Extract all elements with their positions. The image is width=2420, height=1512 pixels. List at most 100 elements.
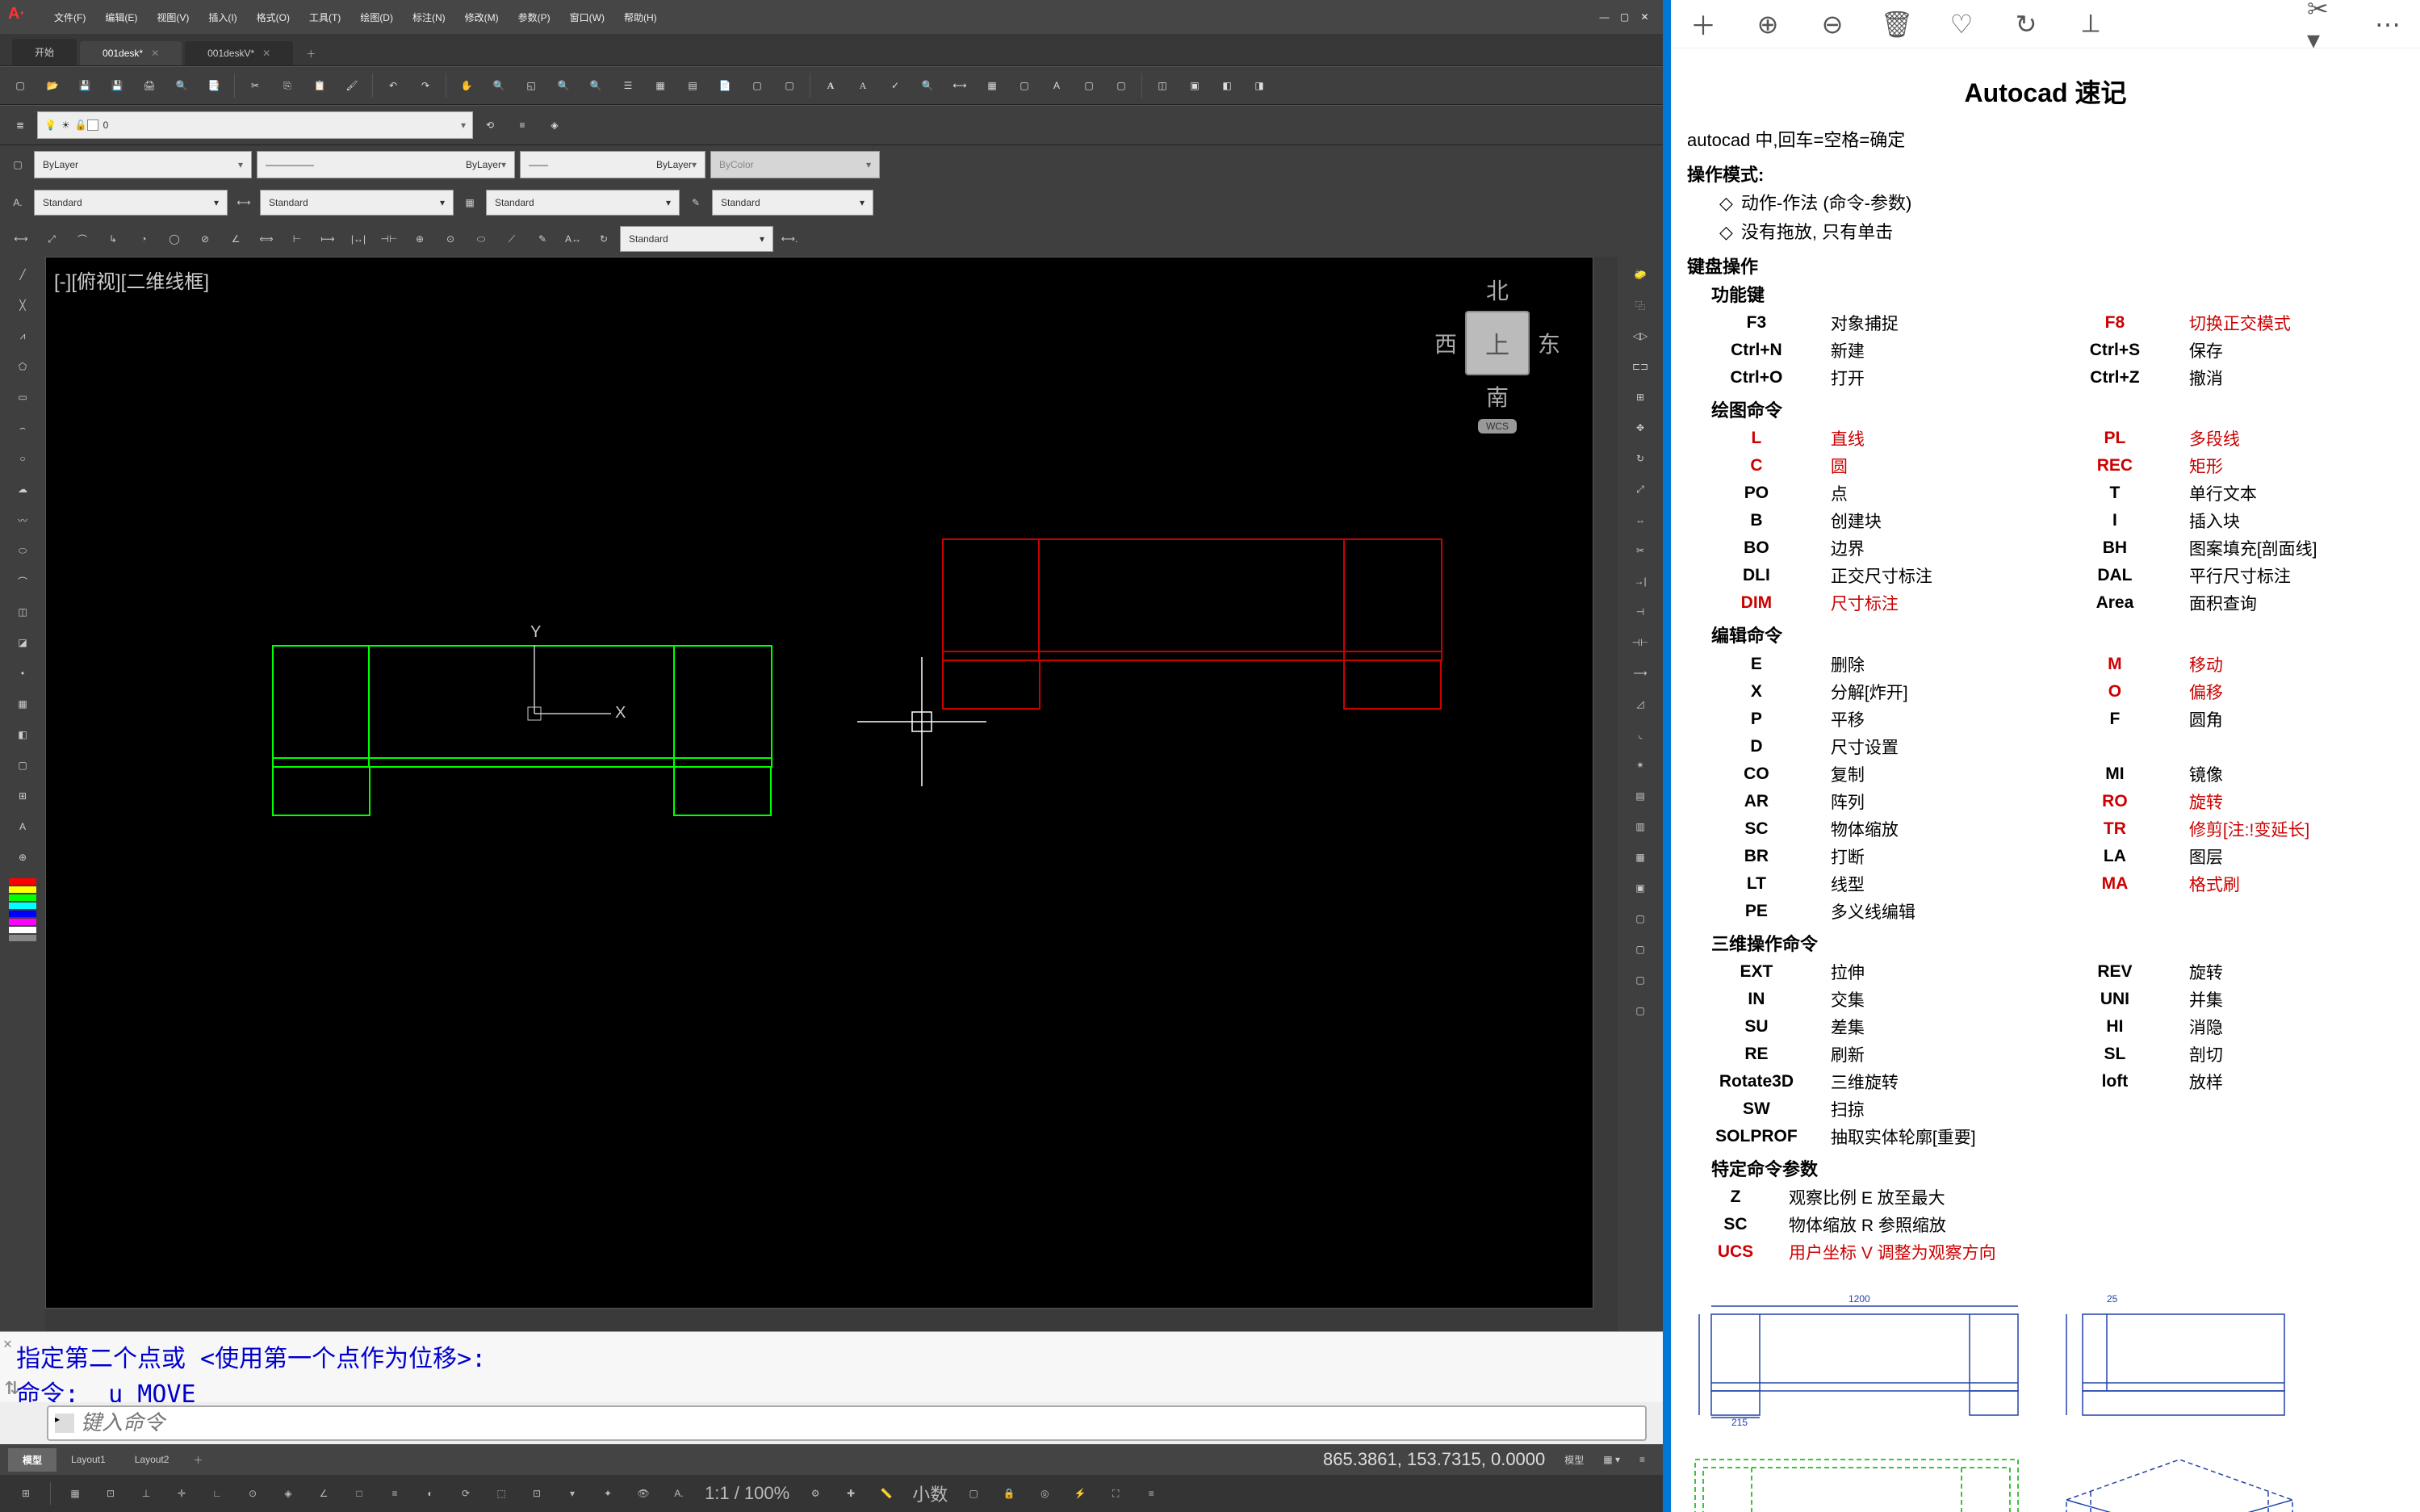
dimtedit-icon[interactable]: A↔: [559, 224, 588, 253]
command-history[interactable]: ✕ ⇅ 指定第二个点或 <使用第一个点作为位移>: 命令: _u MOVE: [0, 1332, 1663, 1402]
osnap-icon[interactable]: □: [343, 1477, 375, 1510]
viewcube[interactable]: 北 西 上 东 南 WCS: [1434, 274, 1560, 433]
line-icon[interactable]: ╱: [8, 260, 37, 289]
mlstyle-dropdown[interactable]: Standard▾: [712, 190, 873, 216]
break-point-icon[interactable]: ⊣: [1626, 597, 1655, 626]
linetype-dropdown[interactable]: —————ByLayer▾: [257, 151, 515, 178]
tool-palette-icon[interactable]: ▥: [1626, 812, 1655, 841]
addselect-icon[interactable]: ⊕: [8, 843, 37, 872]
layout-add-button[interactable]: ＋: [183, 1448, 212, 1472]
divider[interactable]: [1663, 0, 1671, 1512]
viewcube-north[interactable]: 北: [1434, 274, 1560, 306]
dimstyle-icon[interactable]: ⟷: [944, 70, 975, 101]
quick-props-icon[interactable]: ▢: [957, 1477, 990, 1510]
zoom-window-icon[interactable]: ◱: [516, 70, 546, 101]
new-tab-button[interactable]: ＋: [296, 42, 325, 65]
anno-scale[interactable]: 1:1 / 100%: [698, 1483, 796, 1504]
update-icon[interactable]: ↻: [589, 224, 618, 253]
region-icon[interactable]: ▢: [8, 751, 37, 780]
dim-space-icon[interactable]: |↔|: [344, 224, 373, 253]
tablestyle-icon[interactable]: ▦: [458, 191, 481, 214]
layout-tab-model[interactable]: 模型: [8, 1448, 57, 1472]
circle-icon[interactable]: ○: [8, 444, 37, 473]
prop-palette-icon[interactable]: ▤: [1626, 781, 1655, 810]
iso-draft-icon[interactable]: ◈: [272, 1477, 304, 1510]
dim-aligned-icon[interactable]: ⤢: [37, 224, 66, 253]
dim-ordinate-icon[interactable]: ↳: [98, 224, 128, 253]
minimize-button[interactable]: —: [1594, 11, 1614, 23]
publish-icon[interactable]: 📑: [199, 70, 229, 101]
tab-doc2[interactable]: 001deskV*✕: [185, 41, 293, 65]
array-icon[interactable]: ⊞: [1626, 383, 1655, 412]
command-input[interactable]: [81, 1411, 1639, 1435]
block2-icon[interactable]: ▣: [1179, 70, 1210, 101]
layer-states-icon[interactable]: ≡: [507, 110, 538, 140]
arc-icon[interactable]: ⌢: [8, 413, 37, 442]
join-icon[interactable]: ⟶: [1626, 659, 1655, 688]
dynamic-input-icon[interactable]: ✛: [165, 1477, 198, 1510]
dim-continue-icon[interactable]: ⟼: [313, 224, 342, 253]
spell-icon[interactable]: ✓: [880, 70, 911, 101]
hatch-icon[interactable]: ▦: [8, 689, 37, 718]
color-palette[interactable]: [9, 878, 36, 941]
mlstyle-icon[interactable]: ✎: [685, 191, 707, 214]
edit-icon[interactable]: ✂ ▾: [2307, 8, 2339, 40]
paste-icon[interactable]: 📋: [304, 70, 335, 101]
menu-view[interactable]: 视图(V): [147, 10, 199, 24]
dimedit-icon[interactable]: ✎: [528, 224, 557, 253]
match-icon[interactable]: 🖌: [337, 70, 367, 101]
menu-file[interactable]: 文件(F): [44, 10, 95, 24]
more-icon[interactable]: ⋯: [2372, 8, 2404, 40]
centermark-icon[interactable]: ⊙: [436, 224, 465, 253]
menu-tools[interactable]: 工具(T): [299, 10, 350, 24]
grid-display-icon[interactable]: ▦ ▾: [1593, 1449, 1630, 1470]
make-block-icon[interactable]: ◪: [8, 628, 37, 657]
osnap-track-icon[interactable]: ∠: [308, 1477, 340, 1510]
ref-mgr-icon[interactable]: ▢: [1626, 996, 1655, 1025]
space-toggle-button[interactable]: 模型: [1555, 1448, 1593, 1472]
dyn-ucs-icon[interactable]: ⊡: [521, 1477, 553, 1510]
dim-break-icon[interactable]: ⊣⊢: [375, 224, 404, 253]
units-label[interactable]: 小数: [906, 1481, 954, 1506]
horizontal-scrollbar[interactable]: [45, 1309, 1618, 1331]
text-a2-icon[interactable]: A: [848, 70, 878, 101]
menu-insert[interactable]: 插入(I): [199, 10, 246, 24]
dim-quick-icon[interactable]: ⟺: [252, 224, 281, 253]
point-icon[interactable]: •: [8, 659, 37, 688]
quickcalc-icon[interactable]: ▢: [774, 70, 805, 101]
block-icon[interactable]: ◫: [1147, 70, 1178, 101]
anno-monitor-icon[interactable]: ✚: [835, 1477, 867, 1510]
cmd-handle-icon[interactable]: ⇅: [5, 1372, 19, 1401]
lineweight-dropdown[interactable]: ——ByLayer▾: [520, 151, 705, 178]
cmd-close-icon[interactable]: ✕: [3, 1335, 12, 1352]
menu-dim[interactable]: 标注(N): [403, 10, 455, 24]
tab-close-icon[interactable]: ✕: [262, 48, 270, 59]
textstyle-dropdown[interactable]: Standard▾: [34, 190, 228, 216]
dim-jogged-icon[interactable]: ◯: [160, 224, 189, 253]
ellipse-icon[interactable]: ⬭: [8, 536, 37, 565]
spline-icon[interactable]: 〰: [8, 505, 37, 534]
snap-mode-icon[interactable]: ⊡: [94, 1477, 127, 1510]
sheet-icon[interactable]: 📄: [710, 70, 740, 101]
units-icon[interactable]: 📏: [870, 1477, 902, 1510]
restore-button[interactable]: ▢: [1614, 11, 1635, 23]
3d-osnap-icon[interactable]: ⬚: [485, 1477, 517, 1510]
new-icon[interactable]: ▢: [5, 70, 36, 101]
layer-mgr-icon[interactable]: ≣: [5, 110, 36, 140]
crop-icon[interactable]: ⟂: [2075, 8, 2107, 40]
offset-icon[interactable]: ⊏⊐: [1626, 352, 1655, 381]
extend-icon[interactable]: →|: [1626, 567, 1655, 596]
plotstyle-dropdown[interactable]: ByColor▾: [710, 151, 880, 178]
rotate-icon[interactable]: ↻: [2010, 8, 2042, 40]
tab-start[interactable]: 开始: [12, 39, 77, 65]
viewcube-south[interactable]: 南: [1434, 380, 1560, 413]
dim-style-current[interactable]: Standard▾: [620, 226, 773, 252]
selection-filter-icon[interactable]: ▾: [556, 1477, 588, 1510]
markup-icon[interactable]: ▢: [742, 70, 772, 101]
isolate-icon[interactable]: ◎: [1028, 1477, 1061, 1510]
layer-iso-icon[interactable]: ◈: [539, 110, 570, 140]
table-icon[interactable]: ▦: [977, 70, 1007, 101]
transparency-icon[interactable]: ◐: [414, 1477, 446, 1510]
tab-doc1[interactable]: 001desk*✕: [80, 41, 182, 65]
mirror-icon[interactable]: ◁▷: [1626, 321, 1655, 350]
